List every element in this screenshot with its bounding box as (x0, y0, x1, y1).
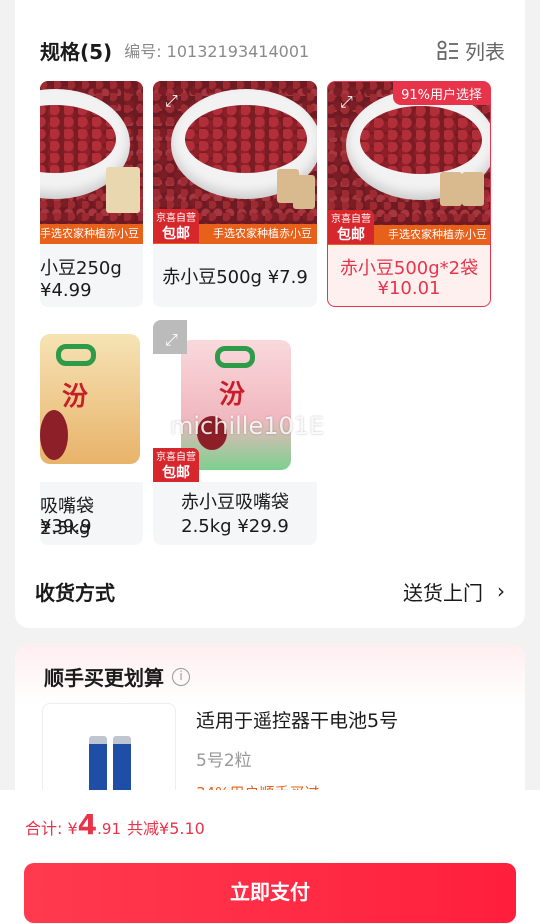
watermark-text: michille101E (170, 412, 325, 440)
spec-option-3[interactable]: ⤢ 手选农家种植赤小豆 京喜自营 包邮 91%用户选择 赤小豆500g*2袋 ¥1… (327, 81, 491, 307)
spec-option-1[interactable]: 手选农家种植赤小豆 小豆250g ¥4.99 (40, 81, 143, 307)
product-image: 手选农家种植赤小豆 (40, 81, 143, 244)
expand-icon[interactable]: ⤢ (165, 91, 185, 111)
total-int: 4 (77, 808, 98, 841)
product-image: 汾 ⤢ 京喜自营 包邮 (153, 320, 317, 482)
spec-code: 编号: 10132193414001 (124, 42, 310, 61)
spec-header: 规格(5) 编号: 10132193414001 列表 (40, 36, 505, 65)
popular-badge: 91%用户选择 (393, 82, 490, 105)
option-label: 小豆250g (40, 258, 122, 279)
delivery-row[interactable]: 收货方式 送货上门 › (35, 576, 505, 606)
spec-title: 规格(5) (40, 39, 113, 64)
expand-icon[interactable]: ⤢ (340, 92, 360, 112)
list-icon (437, 40, 458, 60)
discount-text: 共减¥5.10 (127, 819, 205, 838)
delivery-label: 收货方式 (35, 580, 115, 605)
bundle-title: 顺手买更划算 i (44, 662, 190, 691)
total-summary: 合计: ¥ 4 .91 共减¥5.10 (25, 808, 205, 841)
bundle-product-name[interactable]: 适用于遥控器干电池5号 (196, 706, 398, 733)
delivery-value: 送货上门 › (403, 579, 505, 605)
spec-option-4[interactable]: 汾 吸嘴袋2.5kg ¥39.9 (40, 320, 143, 545)
option-price: ¥10.01 (377, 278, 441, 299)
option-label: 赤小豆500g ¥7.9 (162, 267, 308, 288)
spec-option-2[interactable]: ⤢ 手选农家种植赤小豆 京喜自营 包邮 赤小豆500g ¥7.9 (153, 81, 317, 307)
option-price: ¥39.9 (40, 516, 92, 537)
option-price: ¥4.99 (40, 280, 92, 301)
option-label: 赤小豆吸嘴袋 (181, 492, 289, 513)
total-dec: .91 (97, 820, 122, 838)
product-image: ⤢ 手选农家种植赤小豆 京喜自营 包邮 (328, 82, 490, 245)
option-label: 赤小豆500g*2袋 (339, 258, 479, 279)
product-image: 汾 (40, 320, 143, 482)
jd-self-badge: 京喜自营 包邮 (328, 210, 374, 244)
jd-self-badge: 京喜自营 包邮 (153, 448, 199, 482)
pack-strip: 手选农家种植赤小豆 (40, 224, 143, 244)
option-price: 2.5kg ¥29.9 (181, 516, 289, 537)
jd-self-badge: 京喜自营 包邮 (153, 209, 199, 243)
chevron-right-icon: › (497, 579, 505, 603)
bundle-product-spec: 5号2粒 (196, 751, 252, 771)
list-label: 列表 (465, 40, 505, 64)
product-image: ⤢ 手选农家种植赤小豆 京喜自营 包邮 (153, 81, 317, 244)
expand-icon[interactable]: ⤢ (165, 330, 185, 350)
info-icon[interactable]: i (172, 667, 190, 686)
list-view-toggle[interactable]: 列表 (437, 36, 505, 65)
pay-now-button[interactable]: 立即支付 (24, 863, 516, 923)
